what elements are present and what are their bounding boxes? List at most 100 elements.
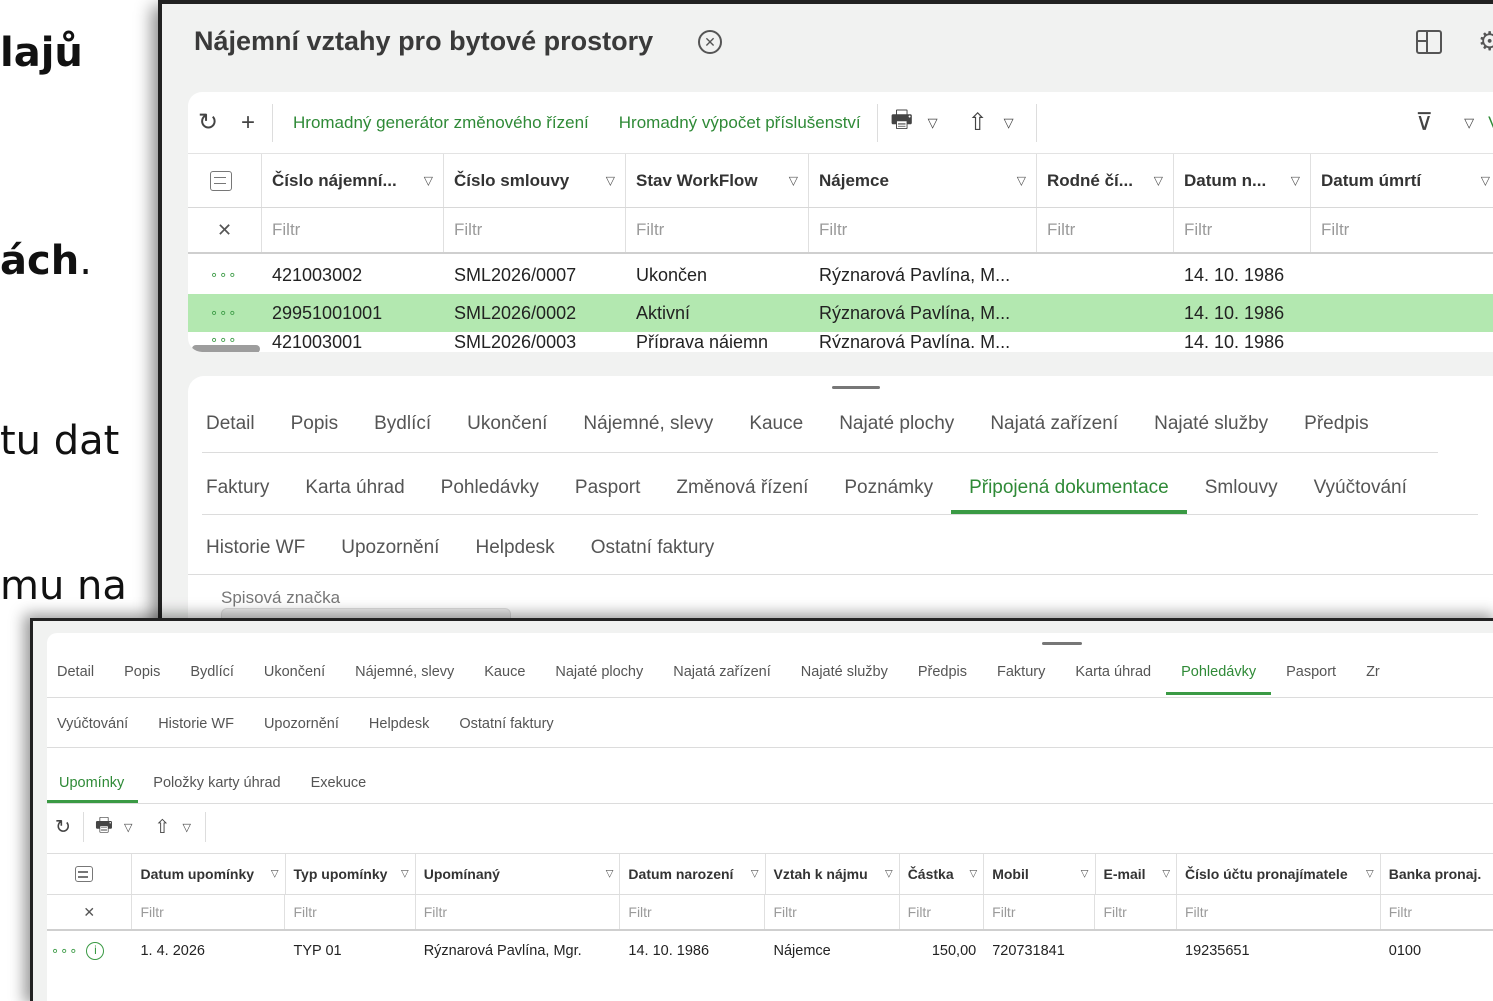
column-settings[interactable] (188, 154, 262, 207)
tab-zmenova-rizeni[interactable]: Zr (1351, 649, 1395, 695)
printer-icon[interactable]: 🖶 (882, 102, 922, 143)
tab-pohledavky[interactable]: Pohledávky (1166, 649, 1272, 695)
column-header[interactable]: Částka ▽ (900, 854, 985, 894)
column-header[interactable]: Datum narození ▽ (620, 854, 766, 894)
tab-bydlici[interactable]: Bydlící (356, 400, 449, 448)
row-menu-icon[interactable]: ∘∘∘ (51, 943, 78, 959)
tab-pripojena-dokumentace[interactable]: Připojená dokumentace (951, 462, 1187, 514)
tab-najata-zarizeni[interactable]: Najatá zařízení (972, 400, 1136, 448)
subtab-upominky[interactable]: Upomínky (47, 763, 139, 803)
share-icon[interactable]: ⇧ (958, 108, 998, 137)
tab-ukonceni[interactable]: Ukončení (249, 649, 340, 695)
tab-karta-uhrad[interactable]: Karta úhrad (1060, 649, 1166, 695)
column-header[interactable]: Mobil ▽ (984, 854, 1096, 894)
refresh-icon[interactable]: ↻ (47, 816, 79, 839)
tab-popis[interactable]: Popis (109, 649, 175, 695)
share-icon[interactable]: ⇧ (146, 816, 178, 839)
tab-detail[interactable]: Detail (188, 400, 273, 448)
tab-faktury[interactable]: Faktury (188, 462, 287, 514)
filter-input[interactable]: Filtr (900, 895, 985, 929)
table-row[interactable]: ∘∘∘ i 1. 4. 2026 TYP 01 Rýznarová Pavlín… (47, 933, 1493, 969)
filter-input[interactable]: Filtr (1174, 208, 1311, 252)
tab-ostatni-faktury[interactable]: Ostatní faktury (573, 524, 733, 572)
column-header[interactable]: Rodné čí... ▽ (1037, 154, 1174, 207)
column-header[interactable]: Číslo účtu pronajímatele ▽ (1177, 854, 1381, 894)
view-select[interactable]: Vš (1488, 113, 1493, 133)
column-header[interactable]: Číslo smlouvy ▽ (444, 154, 626, 207)
refresh-icon[interactable]: ↻ (188, 108, 228, 137)
filter-input[interactable]: Filtr (765, 895, 900, 929)
filter-input[interactable]: Filtr (285, 895, 416, 929)
bulk-accessory-calc-link[interactable]: Hromadný výpočet příslušenství (619, 113, 861, 133)
gear-icon[interactable]: ⚙ (1478, 26, 1493, 57)
horizontal-scrollbar[interactable] (192, 345, 260, 352)
filter-input[interactable]: Filtr (1311, 208, 1493, 252)
tab-upozorneni[interactable]: Upozornění (249, 703, 354, 745)
tab-najate-plochy[interactable]: Najaté plochy (821, 400, 972, 448)
row-menu-icon[interactable]: ∘∘∘ (210, 305, 237, 321)
tab-najemne-slevy[interactable]: Nájemné, slevy (565, 400, 731, 448)
export-dropdown-icon[interactable]: ▽ (1004, 115, 1014, 131)
tab-kauce[interactable]: Kauce (469, 649, 540, 695)
panel-resize-handle[interactable] (832, 386, 880, 389)
tab-karta-uhrad[interactable]: Karta úhrad (287, 462, 422, 514)
printer-icon[interactable]: 🖶 (88, 811, 120, 843)
filter-input[interactable]: Filtr (620, 895, 766, 929)
column-header[interactable]: Vztah k nájmu ▽ (766, 854, 900, 894)
tab-historie-wf[interactable]: Historie WF (143, 703, 249, 745)
close-tab-icon[interactable]: ✕ (698, 30, 722, 54)
info-icon[interactable]: i (86, 942, 105, 960)
column-header[interactable]: Typ upomínky ▽ (286, 854, 416, 894)
funnel-icon[interactable]: ⊽ (1404, 108, 1444, 137)
export-dropdown-icon[interactable]: ▽ (182, 821, 190, 834)
tab-bydlici[interactable]: Bydlící (175, 649, 249, 695)
filter-input[interactable]: Filtr (1095, 895, 1177, 929)
tab-vyuctovani[interactable]: Vyúčtování (1296, 462, 1425, 514)
filter-input[interactable]: Filtr (1381, 895, 1493, 929)
clear-filter-icon[interactable]: ✕ (188, 208, 262, 252)
table-row[interactable]: ∘∘∘ 421003002 SML2026/0007 Ukončen Rýzna… (188, 256, 1493, 294)
tab-faktury[interactable]: Faktury (982, 649, 1060, 695)
tab-kauce[interactable]: Kauce (731, 400, 821, 448)
print-dropdown-icon[interactable]: ▽ (928, 115, 938, 131)
column-header[interactable]: E-mail ▽ (1096, 854, 1178, 894)
filter-input[interactable]: Filtr (262, 208, 444, 252)
filter-input[interactable]: Filtr (984, 895, 1096, 929)
table-row-selected[interactable]: ∘∘∘ 29951001001 SML2026/0002 Aktivní Rýz… (188, 294, 1493, 332)
filter-input[interactable]: Filtr (809, 208, 1037, 252)
tab-predpis[interactable]: Předpis (903, 649, 982, 695)
filter-dropdown-icon[interactable]: ▽ (1464, 115, 1474, 131)
tab-predpis[interactable]: Předpis (1286, 400, 1386, 448)
print-dropdown-icon[interactable]: ▽ (124, 821, 132, 834)
tab-najate-sluzby[interactable]: Najaté služby (786, 649, 903, 695)
column-settings-icon[interactable] (75, 866, 93, 882)
tab-popis[interactable]: Popis (273, 400, 357, 448)
tab-historie-wf[interactable]: Historie WF (188, 524, 323, 572)
layout-panel-icon[interactable] (1416, 30, 1442, 54)
tab-najate-plochy[interactable]: Najaté plochy (540, 649, 658, 695)
filter-input[interactable]: Filtr (132, 895, 286, 929)
tab-najate-sluzby[interactable]: Najaté služby (1136, 400, 1286, 448)
tab-smlouvy[interactable]: Smlouvy (1187, 462, 1296, 514)
filter-input[interactable]: Filtr (1037, 208, 1174, 252)
filter-input[interactable]: Filtr (416, 895, 621, 929)
tab-najata-zarizeni[interactable]: Najatá zařízení (658, 649, 786, 695)
column-header[interactable]: Stav WorkFlow ▽ (626, 154, 809, 207)
column-header[interactable]: Datum upomínky ▽ (132, 854, 286, 894)
column-settings[interactable] (47, 854, 133, 894)
column-header[interactable]: Upomínaný ▽ (416, 854, 621, 894)
clear-filter-icon[interactable]: ✕ (47, 895, 133, 929)
tab-ukonceni[interactable]: Ukončení (449, 400, 565, 448)
tab-pohledavky[interactable]: Pohledávky (423, 462, 557, 514)
filter-input[interactable]: Filtr (1177, 895, 1381, 929)
column-header[interactable]: Číslo nájemní... ▽ (262, 154, 444, 207)
tab-poznamky[interactable]: Poznámky (826, 462, 951, 514)
subtab-polozky-karty-uhrad[interactable]: Položky karty úhrad (138, 763, 295, 803)
add-icon[interactable]: + (228, 109, 268, 137)
column-header[interactable]: Banka pronaj. (1381, 854, 1493, 894)
tab-vyuctovani[interactable]: Vyúčtování (47, 703, 143, 745)
tab-pasport[interactable]: Pasport (1271, 649, 1351, 695)
panel-resize-handle[interactable] (1042, 642, 1082, 645)
tab-upozorneni[interactable]: Upozornění (323, 524, 457, 572)
column-header[interactable]: Datum n... ▽ (1174, 154, 1311, 207)
